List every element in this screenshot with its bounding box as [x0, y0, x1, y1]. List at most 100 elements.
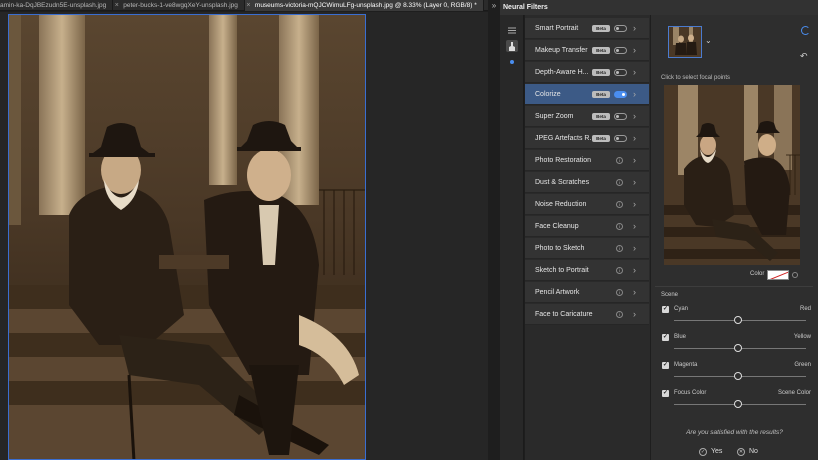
- filter-name: Makeup Transfer: [535, 47, 588, 54]
- chevron-down-icon[interactable]: ⌄: [705, 36, 712, 45]
- filter-name: Noise Reduction: [535, 201, 587, 208]
- filter-toggle[interactable]: [614, 91, 627, 98]
- slider-right-label: Green: [794, 362, 811, 368]
- filter-row-dust-scratches[interactable]: Dust & Scratches i ›: [525, 172, 649, 193]
- scene-section-label: Scene: [661, 292, 679, 298]
- slider-left-label: Magenta: [674, 362, 698, 368]
- tab-label: amin-ka-DqJBEzudn5E-unsplash.jpg: [0, 2, 107, 9]
- filter-name: Photo to Sketch: [535, 245, 585, 252]
- info-icon[interactable]: i: [616, 289, 623, 296]
- filter-row-smart-portrait[interactable]: Smart Portrait Beta ›: [525, 18, 649, 39]
- slider-handle[interactable]: [734, 316, 742, 324]
- tab-label: peter-bucks-1-ve8wgqXeY-unsplash.jpg: [123, 2, 238, 9]
- info-icon[interactable]: i: [616, 179, 623, 186]
- thumbnail-image: [669, 27, 701, 57]
- slider-focus-scene-color[interactable]: ✓ Focus Color Scene Color: [662, 390, 811, 414]
- color-label: Color: [750, 271, 765, 277]
- info-icon[interactable]: i: [616, 267, 623, 274]
- info-icon[interactable]: i: [616, 311, 623, 318]
- chevron-right-icon[interactable]: ›: [633, 106, 636, 127]
- chevron-right-icon[interactable]: ›: [633, 62, 636, 83]
- chevron-right-icon[interactable]: ›: [633, 216, 636, 237]
- filter-row-pencil-artwork[interactable]: Pencil Artwork i ›: [525, 282, 649, 303]
- info-icon[interactable]: i: [616, 157, 623, 164]
- filter-row-makeup-transfer[interactable]: Makeup Transfer Beta ›: [525, 40, 649, 61]
- checkbox-checked-icon[interactable]: ✓: [662, 334, 669, 341]
- chevron-right-icon[interactable]: ›: [633, 18, 636, 39]
- chevron-right-icon[interactable]: ›: [633, 172, 636, 193]
- yes-label: Yes: [711, 448, 723, 455]
- chevron-right-icon[interactable]: ›: [633, 304, 636, 325]
- chevron-right-icon[interactable]: ›: [633, 150, 636, 171]
- filter-toggle[interactable]: [614, 135, 627, 142]
- filter-row-jpeg-artefacts-removal[interactable]: JPEG Artefacts R... Beta ›: [525, 128, 649, 149]
- list-icon[interactable]: [506, 24, 518, 36]
- filter-name: Pencil Artwork: [535, 289, 580, 296]
- filter-row-photo-to-sketch[interactable]: Photo to Sketch i ›: [525, 238, 649, 259]
- filter-toggle[interactable]: [614, 69, 627, 76]
- filter-row-super-zoom[interactable]: Super Zoom Beta ›: [525, 106, 649, 127]
- checkbox-checked-icon[interactable]: ✓: [662, 306, 669, 313]
- divider: [655, 286, 813, 287]
- sepia-photo-image: [9, 15, 365, 459]
- close-icon[interactable]: ×: [245, 0, 252, 11]
- filter-row-sketch-to-portrait[interactable]: Sketch to Portrait i ›: [525, 260, 649, 281]
- filter-name: Photo Restoration: [535, 157, 592, 164]
- beta-badge: Beta: [592, 135, 610, 142]
- checkbox-checked-icon[interactable]: ✓: [662, 390, 669, 397]
- info-icon[interactable]: i: [616, 223, 623, 230]
- filter-row-face-to-caricature[interactable]: Face to Caricature i ›: [525, 304, 649, 325]
- document-tab[interactable]: × peter-bucks-1-ve8wgqXeY-unsplash.jpg: [113, 0, 245, 11]
- document-tab[interactable]: amin-ka-DqJBEzudn5E-unsplash.jpg: [0, 0, 114, 11]
- info-icon[interactable]: i: [616, 201, 623, 208]
- reference-thumbnail[interactable]: [668, 26, 702, 58]
- reset-icon[interactable]: ↶: [800, 51, 808, 62]
- slider-handle[interactable]: [734, 400, 742, 408]
- chevron-right-icon[interactable]: ›: [633, 282, 636, 303]
- filter-row-noise-reduction[interactable]: Noise Reduction i ›: [525, 194, 649, 215]
- preview-image[interactable]: [664, 85, 800, 265]
- chevron-right-icon[interactable]: ›: [633, 84, 636, 105]
- filter-name: Depth-Aware H...: [535, 69, 589, 76]
- color-swatch[interactable]: [767, 270, 789, 280]
- chevron-right-icon[interactable]: ›: [633, 40, 636, 61]
- tab-label: museums-victoria-mQJCWimuLFg-unsplash.jp…: [254, 2, 477, 9]
- slider-left-label: Blue: [674, 334, 687, 340]
- filter-toggle[interactable]: [614, 25, 627, 32]
- chevron-right-icon[interactable]: ›: [633, 260, 636, 281]
- filter-row-depth-aware-haze[interactable]: Depth-Aware H... Beta ›: [525, 62, 649, 83]
- info-icon[interactable]: i: [616, 245, 623, 252]
- canvas-area[interactable]: [0, 12, 488, 460]
- filter-row-face-cleanup[interactable]: Face Cleanup i ›: [525, 216, 649, 237]
- no-button[interactable]: ✕ No: [737, 446, 758, 457]
- filter-row-photo-restoration[interactable]: Photo Restoration i ›: [525, 150, 649, 171]
- yes-button[interactable]: ✓ Yes: [699, 446, 722, 457]
- chevron-right-icon[interactable]: ›: [633, 128, 636, 149]
- eyedropper-icon[interactable]: [792, 272, 798, 278]
- document-photo[interactable]: [8, 14, 366, 460]
- filter-row-colorize[interactable]: Colorize Beta ›: [525, 84, 649, 105]
- slider-cyan-red[interactable]: ✓ Cyan Red: [662, 306, 811, 330]
- chevron-right-icon[interactable]: ›: [633, 238, 636, 259]
- focal-points-hint: Click to select focal points: [661, 75, 731, 81]
- close-icon[interactable]: ×: [113, 0, 120, 11]
- thumbs-up-icon: ✓: [699, 447, 707, 456]
- document-tab-bar: amin-ka-DqJBEzudn5E-unsplash.jpg × peter…: [0, 0, 488, 11]
- filter-toggle[interactable]: [614, 113, 627, 120]
- slider-blue-yellow[interactable]: ✓ Blue Yellow: [662, 334, 811, 358]
- beta-badge: Beta: [592, 25, 610, 32]
- checkbox-checked-icon[interactable]: ✓: [662, 362, 669, 369]
- tab-overflow-button[interactable]: »: [488, 0, 500, 11]
- slider-handle[interactable]: [734, 372, 742, 380]
- neural-filters-header: Neural Filters: [500, 0, 818, 15]
- filter-toggle[interactable]: [614, 47, 627, 54]
- beta-badge: Beta: [592, 91, 610, 98]
- document-tab-active[interactable]: × museums-victoria-mQJCWimuLFg-unsplash.…: [244, 0, 484, 11]
- filter-name: Face to Caricature: [535, 311, 593, 318]
- filter-name: Super Zoom: [535, 113, 574, 120]
- slider-handle[interactable]: [734, 344, 742, 352]
- chevron-right-icon[interactable]: ›: [633, 194, 636, 215]
- slider-magenta-green[interactable]: ✓ Magenta Green: [662, 362, 811, 386]
- brush-icon[interactable]: [506, 40, 518, 52]
- dot-indicator-icon: [506, 56, 518, 68]
